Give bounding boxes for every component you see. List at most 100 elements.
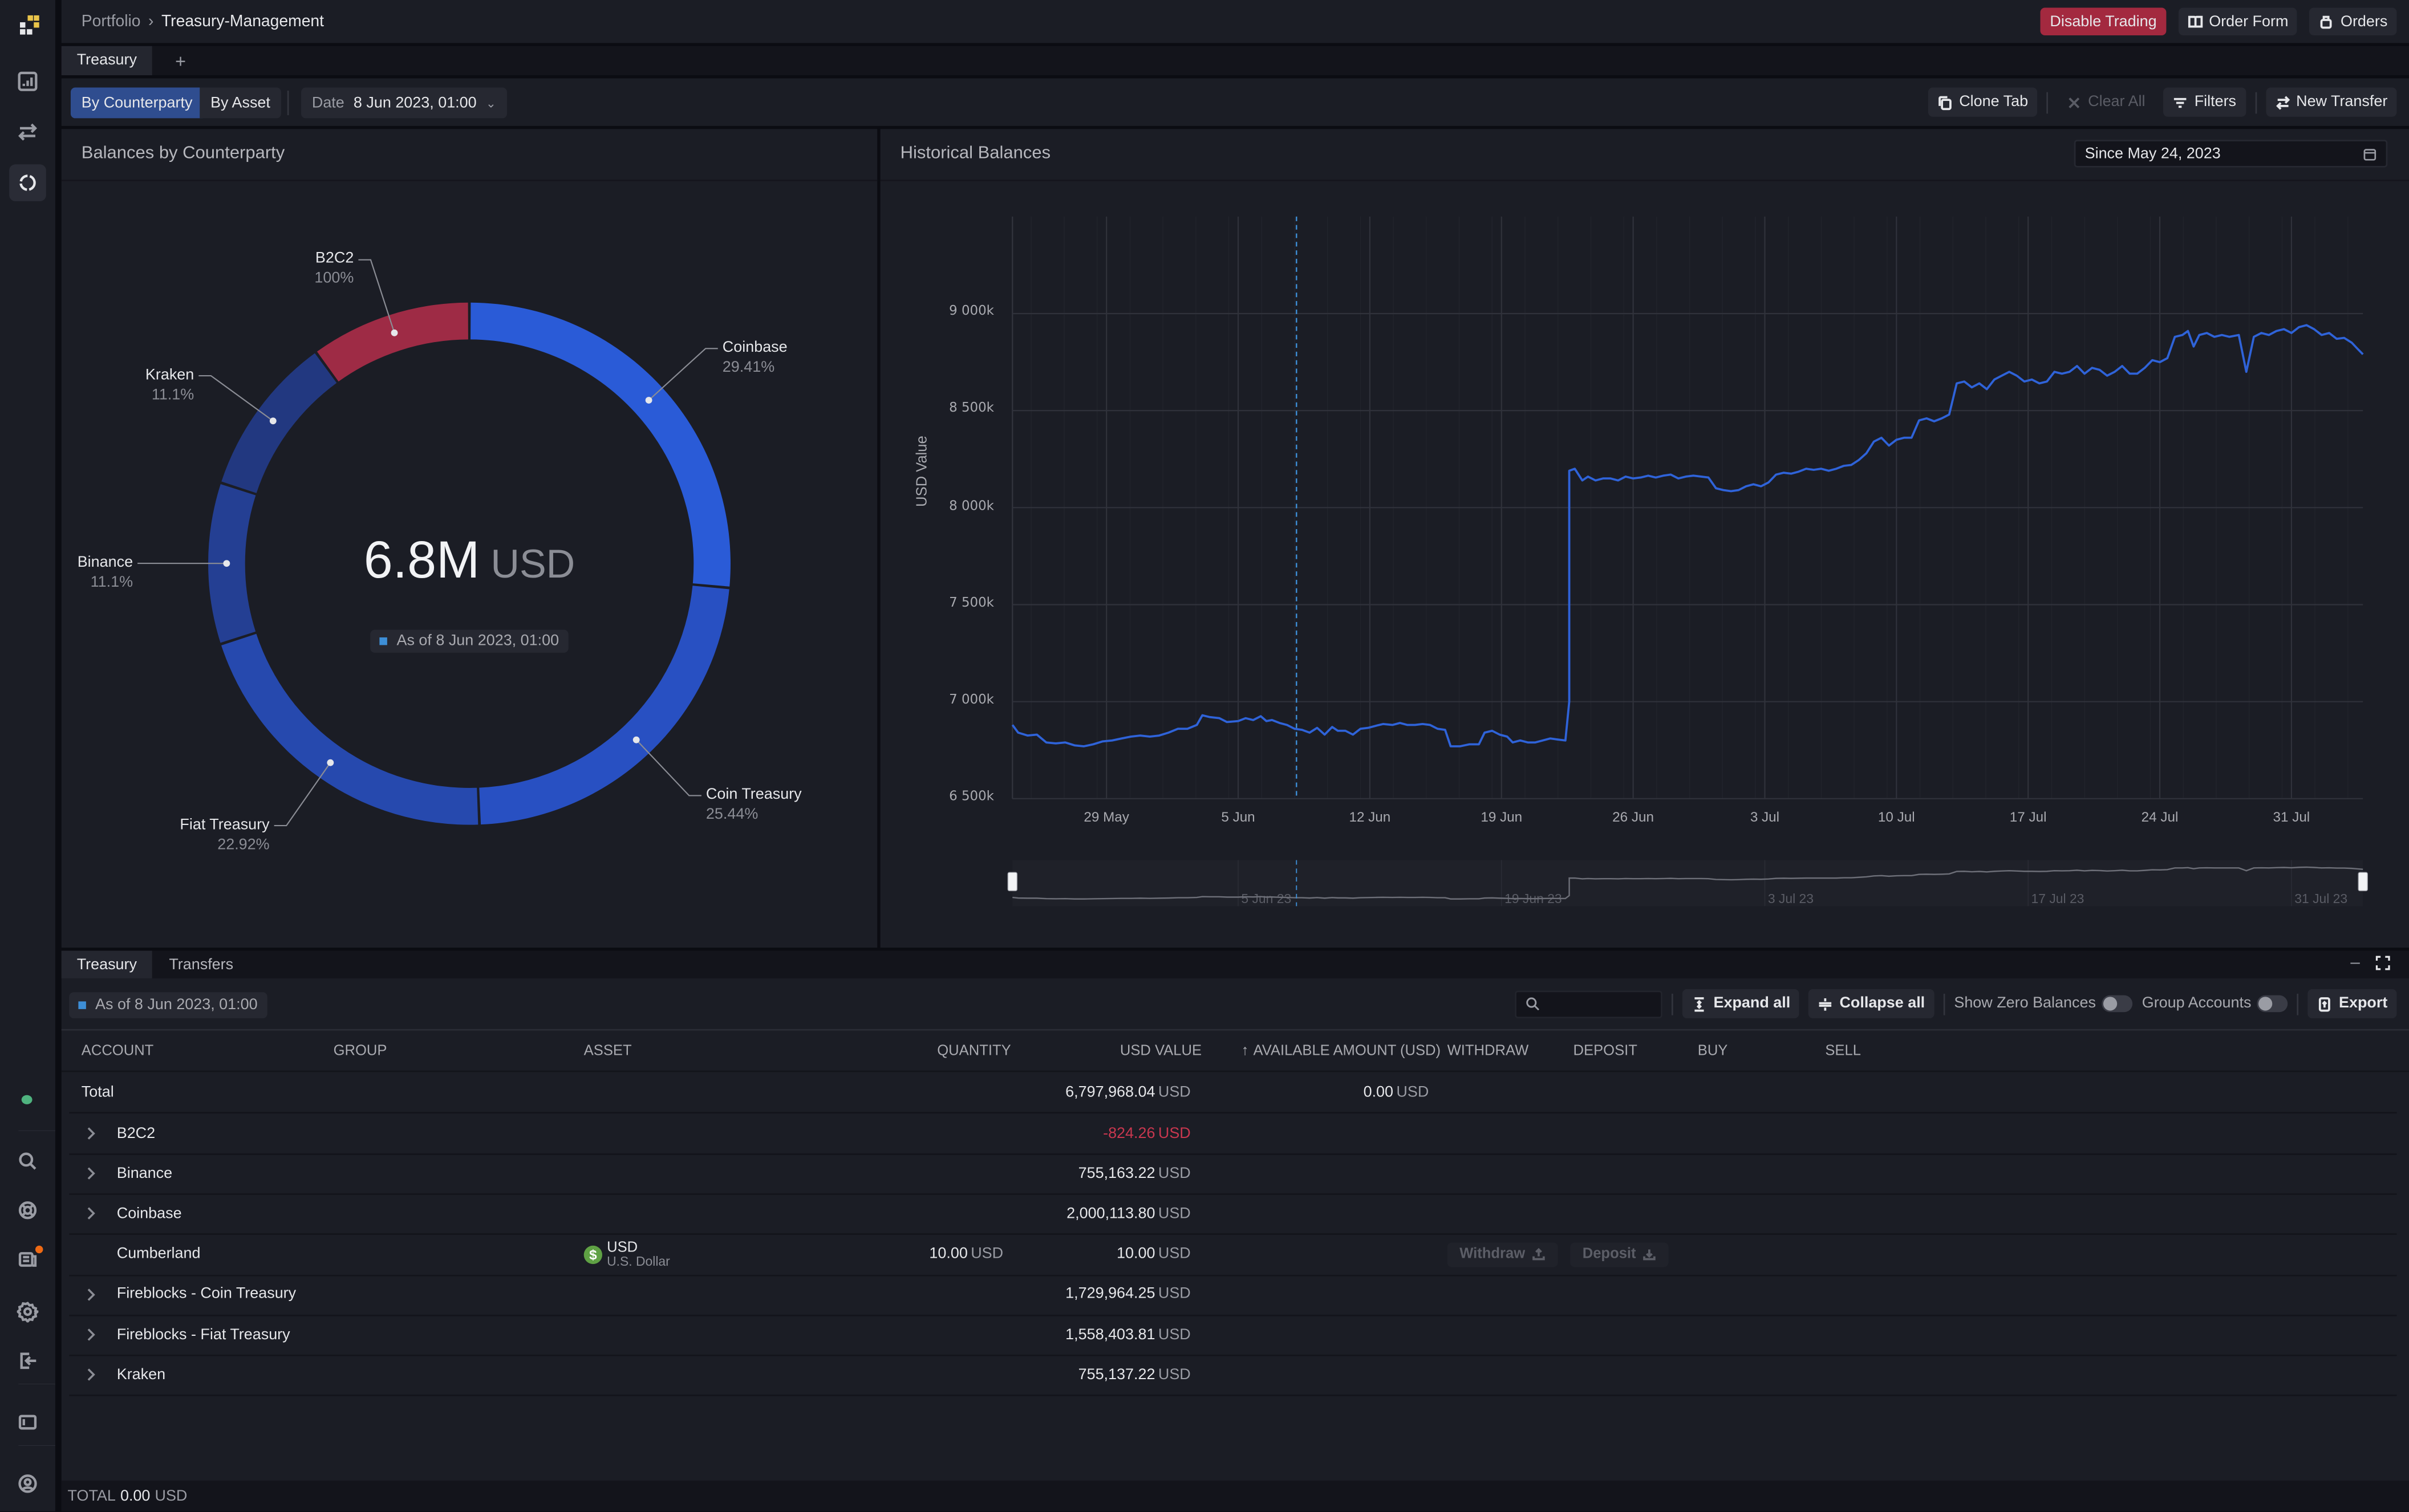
donut-label-name: Kraken xyxy=(145,366,194,384)
navigator-tick-label: 3 Jul 23 xyxy=(1768,891,1814,906)
as-of-text: As of 8 Jun 2023, 01:00 xyxy=(396,632,559,650)
table-search-input[interactable] xyxy=(1515,990,1663,1018)
navigator-tick-label: 5 Jun 23 xyxy=(1241,891,1291,906)
support-lifebuoy-icon[interactable] xyxy=(9,1192,46,1229)
orders-button[interactable]: Orders xyxy=(2310,7,2397,35)
column-header-asset[interactable]: ASSET xyxy=(584,1031,632,1071)
donut-slice-coin-treasury[interactable] xyxy=(479,586,729,825)
donut-slice-fiat-treasury[interactable] xyxy=(221,633,478,825)
navigator-background[interactable] xyxy=(1012,860,2363,907)
export-icon xyxy=(2319,996,2331,1011)
filters-button[interactable]: Filters xyxy=(2163,87,2246,117)
toggle-switch[interactable] xyxy=(2102,995,2133,1013)
view-by-asset-button[interactable]: By Asset xyxy=(200,87,281,119)
toolbar: By Counterparty By Asset Date 8 Jun 2023… xyxy=(61,78,2409,126)
table-row[interactable]: Cumberland $ USD U.S. Dollar 10.00 USD 10.00 US… xyxy=(69,1234,2397,1276)
export-button[interactable]: Export xyxy=(2308,989,2397,1019)
footer-total-value: 0.00 xyxy=(120,1487,151,1505)
tab-treasury-table[interactable]: Treasury xyxy=(61,950,152,979)
column-header-sell[interactable]: SELL xyxy=(1825,1031,1861,1071)
tab-transfers[interactable]: Transfers xyxy=(153,951,249,978)
column-header-quantity[interactable]: QUANTITY xyxy=(937,1031,1011,1071)
treasury-icon[interactable] xyxy=(9,164,46,201)
table-as-of: As of 8 Jun 2023, 01:00 xyxy=(69,992,267,1019)
as-of-badge: As of 8 Jun 2023, 01:00 xyxy=(69,992,267,1019)
as-of-marker-icon xyxy=(78,1001,86,1009)
table-row[interactable]: B2C2 -824.26 USD xyxy=(69,1113,2397,1155)
table-row[interactable]: Coinbase 2,000,113.80 USD xyxy=(69,1194,2397,1235)
new-transfer-button[interactable]: New Transfer xyxy=(2265,87,2397,117)
x-tick-label: 24 Jul xyxy=(2141,809,2179,825)
date-picker[interactable]: Date 8 Jun 2023, 01:00 ⌄ xyxy=(301,87,507,119)
donut-label-name: Coin Treasury xyxy=(705,786,802,803)
table-row[interactable]: Binance 755,163.22 USD xyxy=(69,1154,2397,1196)
table-row[interactable]: Fireblocks - Coin Treasury 1,729,964.25 US… xyxy=(69,1274,2397,1316)
table-row[interactable]: Fireblocks - Fiat Treasury 1,558,403.81 US… xyxy=(69,1315,2397,1356)
sidebar xyxy=(0,0,57,1511)
tab-label: Treasury xyxy=(76,52,137,70)
y-tick-label: 8 000k xyxy=(949,498,994,514)
column-header-buy[interactable]: BUY xyxy=(1698,1031,1728,1071)
toggle-switch[interactable] xyxy=(2257,995,2289,1013)
view-by-counterparty-button[interactable]: By Counterparty xyxy=(70,87,204,119)
breadcrumb-portfolio[interactable]: Portfolio xyxy=(82,13,141,31)
chevron-right-icon[interactable] xyxy=(84,1126,97,1141)
unit: USD xyxy=(1158,1366,1191,1384)
chevron-right-icon[interactable] xyxy=(84,1166,97,1181)
donut-slice-kraken[interactable] xyxy=(221,353,337,493)
clear-all-button[interactable]: Clear All xyxy=(2057,88,2154,117)
search-icon[interactable] xyxy=(9,1143,46,1180)
minimize-icon[interactable]: – xyxy=(2350,954,2360,972)
account-name: Kraken xyxy=(116,1366,166,1384)
app-logo[interactable] xyxy=(14,13,41,40)
column-header-withdraw[interactable]: WITHDRAW xyxy=(1447,1031,1529,1071)
expand-all-button[interactable]: Expand all xyxy=(1682,989,1800,1019)
x-tick-label: 3 Jul xyxy=(1750,809,1780,825)
donut-label-name: Coinbase xyxy=(722,339,788,356)
column-header-deposit[interactable]: DEPOSIT xyxy=(1573,1031,1637,1071)
chevron-right-icon[interactable] xyxy=(84,1206,97,1222)
donut-label: Binance 11.1% xyxy=(78,552,133,592)
column-header-usd-value[interactable]: USD VALUE xyxy=(1120,1031,1202,1071)
deposit-button[interactable]: Deposit xyxy=(1570,1242,1669,1267)
withdraw-cell: Withdraw xyxy=(1447,1234,1558,1274)
donut-slice-b2c2[interactable] xyxy=(317,302,468,382)
chevron-right-icon[interactable] xyxy=(84,1367,97,1383)
maximize-icon[interactable] xyxy=(2375,956,2391,976)
x-tick-label: 10 Jul xyxy=(1877,809,1915,825)
breadcrumb-current: Treasury-Management xyxy=(161,12,325,31)
chevron-right-icon[interactable] xyxy=(84,1287,97,1302)
logout-icon[interactable] xyxy=(9,1342,46,1379)
news-icon[interactable] xyxy=(9,1241,46,1278)
value: 755,137.22 xyxy=(1078,1366,1155,1384)
unit: USD xyxy=(971,1246,1004,1263)
group-accounts-toggle[interactable]: Group Accounts xyxy=(2142,995,2289,1013)
disable-trading-button[interactable]: Disable Trading xyxy=(2041,7,2166,35)
footer-total-label: TOTAL xyxy=(67,1487,116,1505)
withdraw-button[interactable]: Withdraw xyxy=(1447,1242,1558,1267)
y-tick-label: 8 500k xyxy=(949,401,994,417)
asset-name: U.S. Dollar xyxy=(607,1253,670,1269)
collapse-icon xyxy=(1819,997,1832,1010)
chevron-right-icon[interactable] xyxy=(84,1327,97,1343)
show-zero-balances-toggle[interactable]: Show Zero Balances xyxy=(1954,995,2133,1013)
add-tab-button[interactable]: + xyxy=(160,46,201,75)
collapse-all-button[interactable]: Collapse all xyxy=(1808,989,1934,1019)
tab-treasury[interactable]: Treasury xyxy=(61,46,152,76)
order-form-button[interactable]: Order Form xyxy=(2178,7,2298,35)
total-label: Total xyxy=(81,1083,114,1101)
column-header-group[interactable]: GROUP xyxy=(334,1031,387,1071)
panel-layout-icon[interactable] xyxy=(9,1404,46,1441)
clone-tab-button[interactable]: Clone Tab xyxy=(1928,87,2038,117)
navigator-right-handle[interactable] xyxy=(2358,872,2368,892)
transfer-arrows-icon[interactable] xyxy=(9,113,46,151)
column-header-account[interactable]: ACCOUNT xyxy=(82,1031,154,1071)
settings-gear-icon[interactable] xyxy=(9,1293,46,1330)
date-label: Date xyxy=(311,94,344,112)
table-row[interactable]: Kraken 755,137.22 USD xyxy=(69,1355,2397,1397)
column-header-available[interactable]: ↑ AVAILABLE AMOUNT (USD) xyxy=(1242,1031,1441,1071)
user-profile-icon[interactable] xyxy=(9,1465,46,1502)
analytics-icon[interactable] xyxy=(9,63,46,100)
navigator-tick-label: 31 Jul 23 xyxy=(2294,891,2347,906)
navigator-left-handle[interactable] xyxy=(1007,872,1018,892)
